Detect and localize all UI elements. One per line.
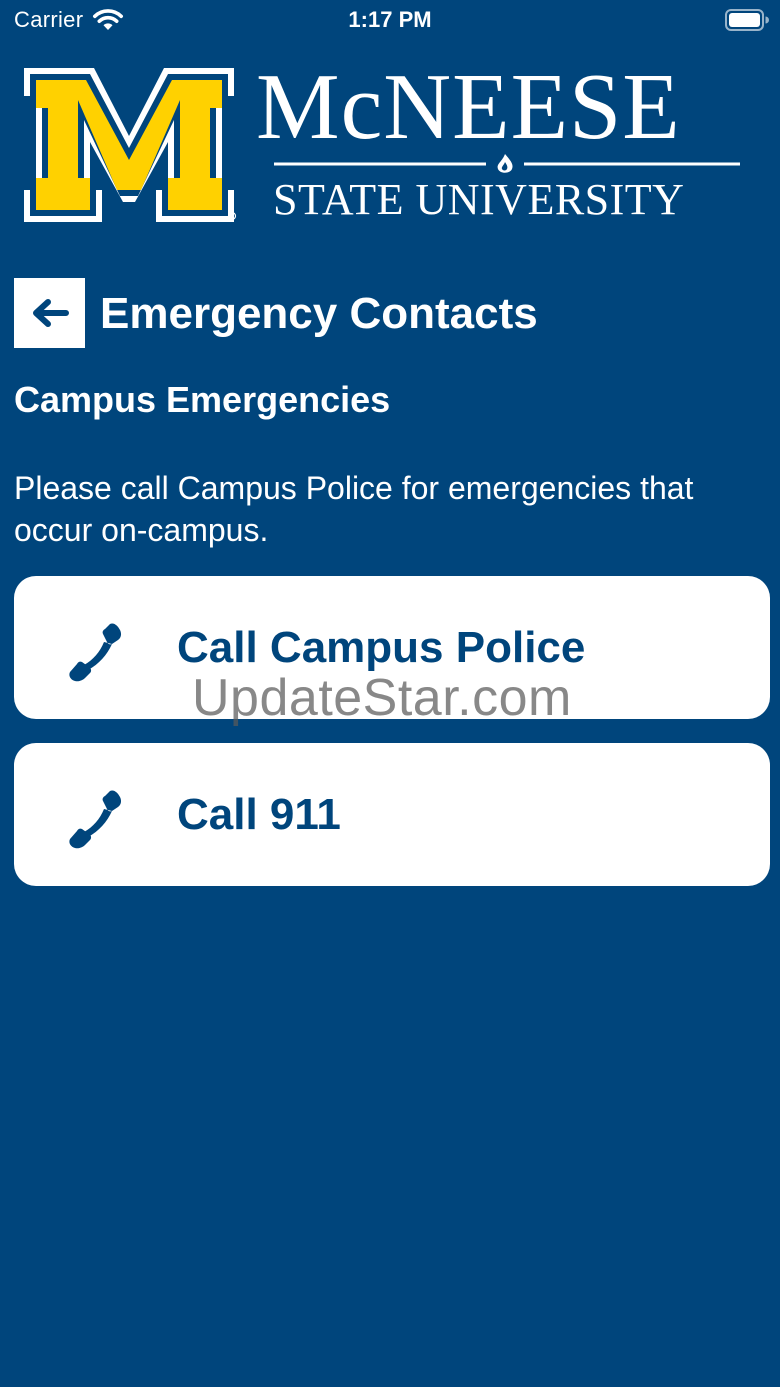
status-time: 1:17 PM bbox=[348, 7, 432, 32]
phone-icon bbox=[60, 787, 124, 856]
call-911-button[interactable]: Call 911 bbox=[14, 743, 770, 886]
status-bar: Carrier 1:17 PM bbox=[0, 0, 780, 40]
battery-icon bbox=[725, 9, 769, 36]
page-title: Emergency Contacts bbox=[100, 289, 538, 338]
logo-subtitle: STATE UNIVERSITY bbox=[273, 175, 685, 224]
section-title: Campus Emergencies bbox=[14, 379, 391, 420]
watermark-text: UpdateStar.com bbox=[192, 669, 572, 727]
logo-title: McNEESE bbox=[256, 55, 681, 159]
section-description: Please call Campus Police for emergencie… bbox=[14, 470, 694, 548]
back-button[interactable] bbox=[14, 278, 85, 348]
phone-icon bbox=[60, 620, 124, 689]
arrow-left-icon bbox=[32, 299, 69, 327]
call-911-label: Call 911 bbox=[177, 789, 341, 839]
logo-divider-flame-icon bbox=[274, 154, 740, 173]
m-logo-icon bbox=[24, 68, 237, 222]
